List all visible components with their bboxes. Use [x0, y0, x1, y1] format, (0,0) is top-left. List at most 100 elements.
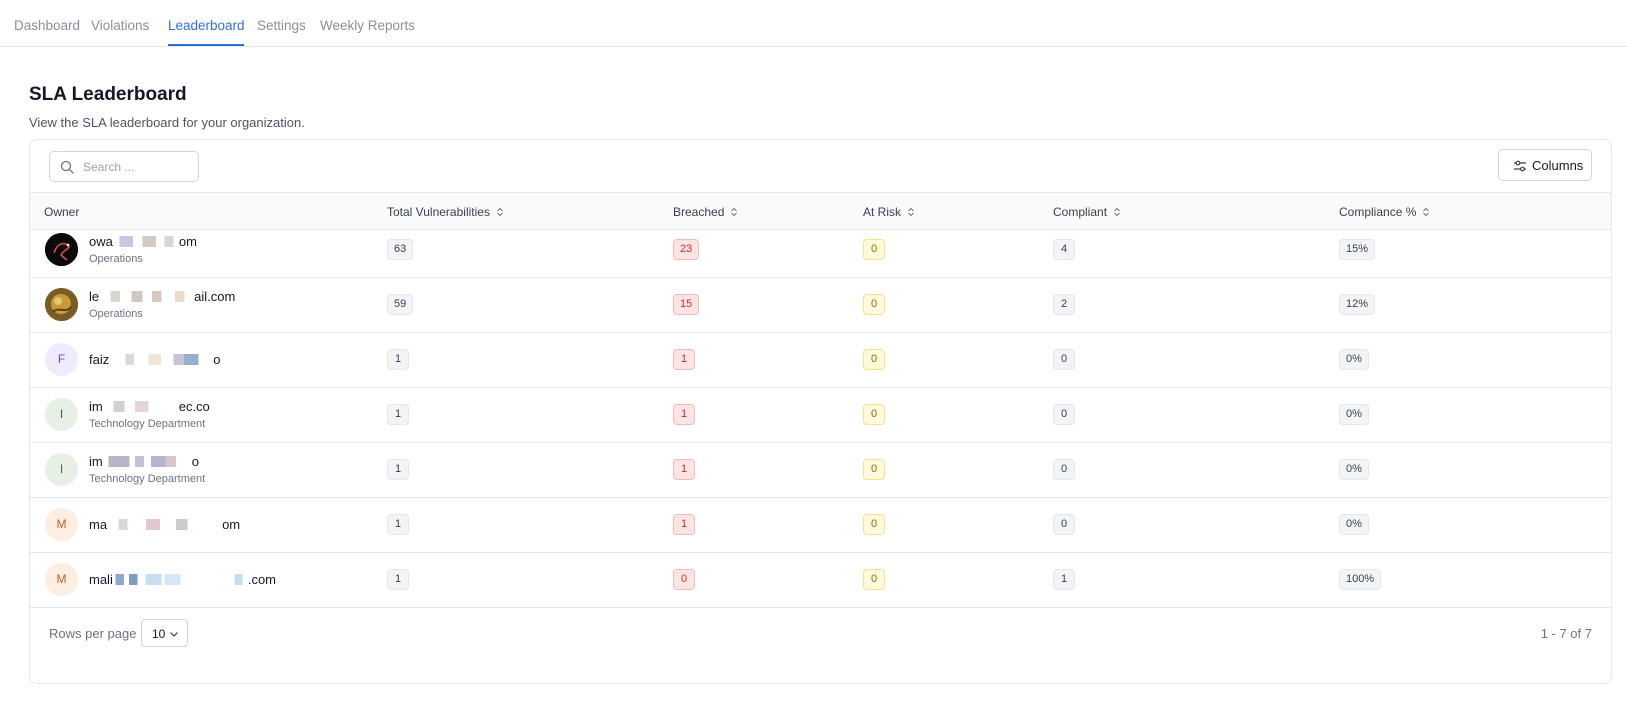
header-breached-label: Breached [673, 205, 725, 219]
compliant-badge: 0 [1053, 459, 1075, 480]
compliance-pct-badge: 0% [1339, 349, 1369, 370]
compliance-pct-badge: 100% [1339, 569, 1382, 590]
total-vulnerabilities-badge: 1 [387, 569, 409, 590]
top-nav-tabs: Dashboard Violations Leaderboard Setting… [0, 0, 1627, 47]
sort-icon [1114, 207, 1120, 217]
owner-email[interactable]: faiz o [89, 352, 220, 367]
tab-settings[interactable]: Settings [257, 18, 306, 33]
avatar: M [45, 563, 78, 596]
compliant-badge: 0 [1053, 514, 1075, 535]
header-owner: Owner [44, 205, 80, 219]
header-total-label: Total Vulnerabilities [387, 205, 490, 219]
owner-email[interactable]: im ec.co [89, 399, 210, 414]
table-row[interactable]: I im ec.co Technology Department 1 1 0 0 … [30, 387, 1611, 443]
avatar: I [45, 453, 78, 486]
rows-per-page-select[interactable]: 10 [141, 619, 188, 647]
compliance-pct-badge: 15% [1339, 239, 1376, 260]
table-row[interactable]: M mali .com 1 0 0 1 100% [30, 552, 1611, 608]
table-row[interactable]: I im o Technology Department 1 1 0 0 0% [30, 442, 1611, 498]
tab-violations[interactable]: Violations [91, 18, 149, 33]
avatar: I [45, 398, 78, 431]
total-vulnerabilities-badge: 63 [387, 239, 414, 260]
owner-department: Technology Department [89, 473, 206, 485]
active-tab-indicator [168, 44, 244, 46]
avatar: F [45, 343, 78, 376]
header-breached[interactable]: Breached [673, 205, 738, 219]
at-risk-badge: 0 [863, 459, 885, 480]
rows-per-page-value: 10 [152, 627, 166, 641]
header-compliance-pct-label: Compliance % [1339, 205, 1417, 219]
at-risk-badge: 0 [863, 569, 885, 590]
redacted-text [99, 291, 195, 302]
owner-department: Operations [89, 253, 143, 265]
header-total-vulnerabilities[interactable]: Total Vulnerabilities [387, 205, 504, 219]
redacted-text [102, 456, 192, 467]
owner-email-start: ma [89, 517, 108, 532]
compliance-pct-badge: 12% [1339, 294, 1376, 315]
pagination-range: 1 - 7 of 7 [1540, 626, 1592, 641]
columns-button-label: Columns [1532, 158, 1584, 173]
avatar: M [45, 508, 78, 541]
header-at-risk[interactable]: At Risk [863, 205, 915, 219]
owner-email-end: o [213, 352, 221, 367]
breached-badge: 0 [673, 569, 695, 590]
owner-email-end: ail.com [194, 289, 236, 304]
breached-badge: 23 [673, 239, 700, 260]
table-footer: Rows per page 10 1 - 7 of 7 [30, 609, 1611, 683]
redacted-text [109, 354, 214, 365]
compliant-badge: 4 [1053, 239, 1075, 260]
owner-email-start: le [89, 289, 100, 304]
header-compliant-label: Compliant [1053, 205, 1108, 219]
owner-email-start: im [89, 399, 103, 414]
header-compliant[interactable]: Compliant [1053, 205, 1121, 219]
total-vulnerabilities-badge: 1 [387, 514, 409, 535]
owner-department: Technology Department [89, 418, 206, 430]
total-vulnerabilities-badge: 1 [387, 349, 409, 370]
search-icon [60, 160, 74, 174]
chevron-down-icon [170, 632, 178, 637]
redacted-text [107, 519, 223, 530]
owner-email[interactable]: im o [89, 454, 199, 469]
compliance-pct-badge: 0% [1339, 514, 1369, 535]
tab-leaderboard[interactable]: Leaderboard [168, 18, 245, 33]
table-row[interactable]: owa om Operations 63 23 0 4 15% [30, 222, 1611, 278]
redacted-text [112, 236, 179, 247]
sort-icon [497, 207, 503, 217]
compliance-pct-badge: 0% [1339, 459, 1369, 480]
total-vulnerabilities-badge: 1 [387, 459, 409, 480]
tab-weekly-reports[interactable]: Weekly Reports [320, 18, 415, 33]
breached-badge: 15 [673, 294, 700, 315]
header-at-risk-label: At Risk [863, 205, 902, 219]
sort-icon [1423, 207, 1430, 217]
search-box[interactable] [49, 151, 199, 182]
total-vulnerabilities-badge: 59 [387, 294, 414, 315]
owner-email-end: om [178, 234, 197, 249]
owner-email[interactable]: mali .com [89, 572, 276, 587]
avatar-image [45, 288, 78, 321]
header-compliance-pct[interactable]: Compliance % [1339, 205, 1430, 219]
table-row[interactable]: M ma om 1 1 0 0 0% [30, 497, 1611, 553]
owner-email[interactable]: ma om [89, 517, 240, 532]
total-vulnerabilities-badge: 1 [387, 404, 409, 425]
table-row[interactable]: le ail.com Operations 59 15 0 2 12% [30, 277, 1611, 333]
breached-badge: 1 [673, 349, 695, 370]
breached-badge: 1 [673, 404, 695, 425]
owner-email-start: mali [89, 572, 113, 587]
table-row[interactable]: F faiz o 1 1 0 0 0% [30, 332, 1611, 388]
columns-button[interactable]: Columns [1498, 149, 1592, 181]
compliant-badge: 0 [1053, 349, 1075, 370]
search-input[interactable] [83, 158, 193, 176]
tab-dashboard[interactable]: Dashboard [14, 18, 80, 33]
compliant-badge: 0 [1053, 404, 1075, 425]
redacted-text [112, 574, 248, 585]
at-risk-badge: 0 [863, 404, 885, 425]
avatar-image [45, 233, 78, 266]
owner-email-start: im [89, 454, 103, 469]
at-risk-badge: 0 [863, 514, 885, 535]
owner-email-end: ec.co [178, 399, 210, 414]
owner-email[interactable]: le ail.com [89, 289, 235, 304]
sort-icon [731, 207, 738, 217]
owner-email-start: faiz [89, 352, 110, 367]
owner-email-end: om [222, 517, 241, 532]
owner-email[interactable]: owa om [89, 234, 197, 249]
